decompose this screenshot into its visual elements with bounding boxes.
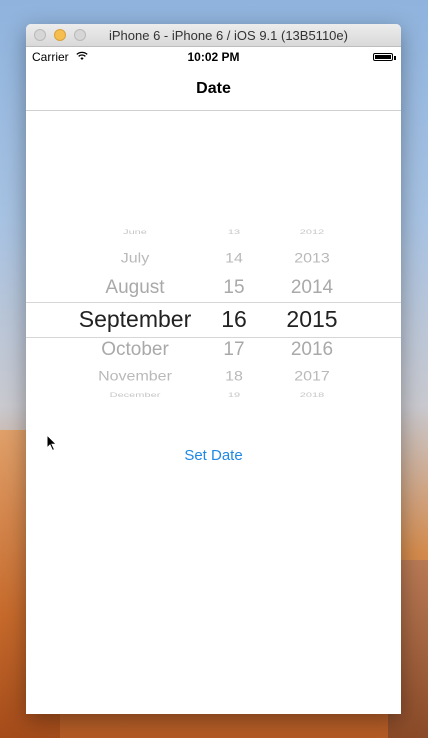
selected-day[interactable]: 16 <box>216 306 252 333</box>
picker-row[interactable]: December <box>46 391 224 398</box>
battery-icon <box>373 53 393 61</box>
picker-row[interactable]: October <box>46 339 224 361</box>
date-picker[interactable]: June July August September October Novem… <box>26 226 401 406</box>
month-wheel[interactable]: June July August September October Novem… <box>46 226 224 406</box>
picker-row[interactable]: November <box>46 369 224 385</box>
picker-row[interactable]: 13 <box>216 228 252 235</box>
page-title: Date <box>196 80 231 97</box>
picker-row[interactable]: 2012 <box>272 228 352 235</box>
window-titlebar[interactable]: iPhone 6 - iPhone 6 / iOS 9.1 (13B5110e) <box>26 24 401 47</box>
picker-row[interactable]: June <box>46 228 224 235</box>
picker-row[interactable]: 18 <box>216 369 252 385</box>
simulator-window: iPhone 6 - iPhone 6 / iOS 9.1 (13B5110e)… <box>26 24 401 714</box>
picker-row[interactable]: 15 <box>216 277 252 299</box>
picker-row[interactable]: August <box>46 277 224 299</box>
navigation-bar: Date <box>26 67 401 111</box>
picker-row[interactable]: 2018 <box>272 391 352 398</box>
day-wheel[interactable]: 13 14 15 16 17 18 19 <box>216 226 252 406</box>
battery-tip-icon <box>394 56 396 60</box>
year-wheel[interactable]: 2012 2013 2014 2015 2016 2017 2018 <box>272 226 352 406</box>
picker-row[interactable]: 2016 <box>272 339 352 361</box>
picker-row[interactable]: 19 <box>216 391 252 398</box>
picker-row[interactable]: 17 <box>216 339 252 361</box>
selected-month[interactable]: September <box>46 306 224 333</box>
picker-row[interactable]: 14 <box>216 251 252 267</box>
status-time: 10:02 PM <box>187 50 240 64</box>
mouse-pointer-icon <box>46 433 58 457</box>
selected-year[interactable]: 2015 <box>272 306 352 333</box>
picker-row[interactable]: 2013 <box>272 251 352 267</box>
main-content: June July August September October Novem… <box>26 111 401 714</box>
picker-row[interactable]: 2017 <box>272 369 352 385</box>
status-bar: Carrier 10:02 PM <box>26 47 401 67</box>
window-title: iPhone 6 - iPhone 6 / iOS 9.1 (13B5110e) <box>109 28 348 43</box>
picker-row[interactable]: 2014 <box>272 277 352 299</box>
set-date-button[interactable]: Set Date <box>26 447 401 464</box>
picker-row[interactable]: July <box>46 251 224 267</box>
